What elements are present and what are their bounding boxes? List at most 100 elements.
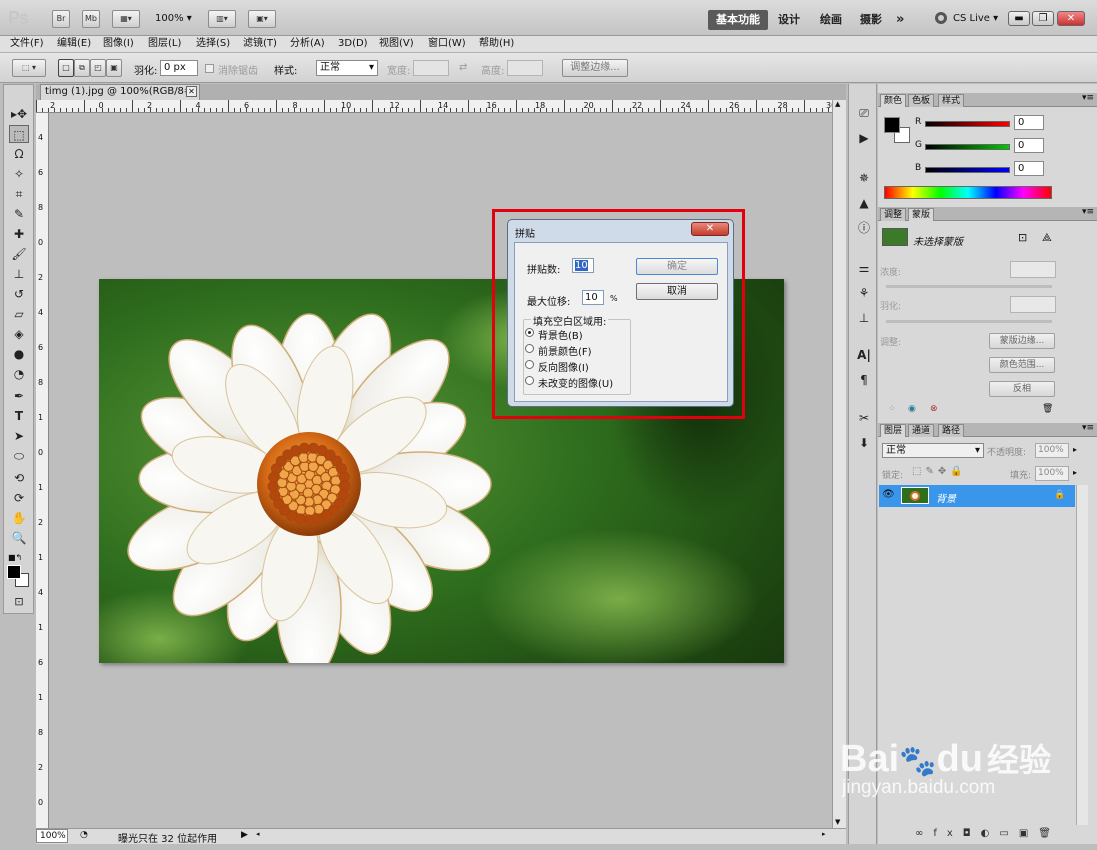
layer-visibility-eye-icon[interactable]: 👁 — [882, 489, 895, 500]
brush-presets-icon[interactable]: ⚌ — [855, 259, 873, 277]
restore-icon[interactable]: ❐ — [1032, 11, 1054, 26]
info-icon[interactable]: ⓘ — [855, 219, 873, 237]
invert-button[interactable]: 反相 — [989, 381, 1055, 397]
paint-bucket-tool-icon[interactable]: ◈ — [9, 325, 29, 343]
workspace-painting[interactable]: 绘画 — [812, 10, 850, 30]
character-icon[interactable]: A| — [855, 346, 873, 364]
workspace-essentials[interactable]: 基本功能 — [708, 10, 768, 30]
menu-view[interactable]: 视图(V) — [379, 37, 414, 51]
tab-masks[interactable]: 蒙版 — [908, 208, 935, 221]
width-input[interactable] — [413, 60, 449, 76]
history-brush-tool-icon[interactable]: ↺ — [9, 285, 29, 303]
tab-color[interactable]: 颜色 — [880, 94, 907, 107]
zoom-tool-icon[interactable]: 🔍 — [9, 529, 29, 547]
horizontal-ruler[interactable]: 2024681012141618202224262830 — [36, 100, 836, 113]
layers-scrollbar[interactable] — [1076, 485, 1088, 825]
opacity-arrow-icon[interactable]: ▸ — [1073, 445, 1077, 454]
vertical-scrollbar[interactable]: ▲ ▼ — [832, 100, 846, 828]
type-tool-icon[interactable]: T — [9, 407, 29, 425]
pixel-mask-icon[interactable]: ⊡ — [1018, 231, 1027, 244]
3d-icon[interactable]: ⬇ — [855, 434, 873, 452]
delete-mask-icon[interactable]: 🗑 — [1042, 404, 1053, 414]
lasso-tool-icon[interactable]: ᘯ — [9, 145, 29, 163]
menu-window[interactable]: 窗口(W) — [428, 37, 466, 51]
view-extras-icon[interactable]: ▦▾ — [112, 10, 140, 28]
disable-mask-icon[interactable]: ⊗ — [930, 404, 938, 414]
hand-tool-icon[interactable]: ✋ — [9, 509, 29, 527]
dodge-tool-icon[interactable]: ◔ — [9, 365, 29, 383]
antialias-checkbox[interactable] — [205, 64, 214, 73]
quick-mask-icon[interactable]: ⊡ — [9, 593, 29, 611]
eyedropper-tool-icon[interactable]: ✎ — [9, 205, 29, 223]
tool-presets-icon[interactable]: ✂ — [855, 409, 873, 427]
cs-live-menu[interactable]: CS Live ▾ — [953, 13, 998, 24]
style-select[interactable]: 正常 ▾ — [316, 60, 378, 76]
feather-input[interactable]: 0 px — [160, 60, 198, 76]
red-slider[interactable] — [925, 121, 1010, 127]
vector-mask-icon[interactable]: ⟁ — [1042, 231, 1052, 245]
fill-arrow-icon[interactable]: ▸ — [1073, 468, 1077, 477]
history-icon[interactable]: ⎚ — [855, 104, 873, 122]
menu-file[interactable]: 文件(F) — [10, 37, 44, 51]
color-range-button[interactable]: 颜色范围... — [989, 357, 1055, 373]
zoom-field[interactable]: 100% — [36, 829, 68, 843]
menu-filter[interactable]: 滤镜(T) — [243, 37, 277, 51]
scroll-down-icon[interactable]: ▼ — [835, 818, 840, 826]
menu-layer[interactable]: 图层(L) — [148, 37, 181, 51]
clone-source-icon[interactable]: ⊥ — [855, 309, 873, 327]
color-panel-foreground[interactable] — [884, 117, 900, 133]
pen-tool-icon[interactable]: ✒ — [9, 387, 29, 405]
blend-mode-select[interactable]: 正常 ▾ — [882, 443, 984, 458]
layers-panel-menu-icon[interactable]: ▾≡ — [1082, 423, 1094, 433]
workspace-design[interactable]: 设计 — [770, 10, 808, 30]
quick-select-tool-icon[interactable]: ✧ — [9, 165, 29, 183]
document-tab[interactable]: timg (1).jpg @ 100%(RGB/8#) ✕ — [40, 84, 200, 100]
intersect-selection-icon[interactable]: ▣ — [106, 59, 122, 77]
load-selection-icon[interactable]: ⁘ — [888, 404, 896, 414]
menu-image[interactable]: 图像(I) — [103, 37, 134, 51]
move-tool-icon[interactable]: ▸✥ — [9, 105, 29, 123]
swap-icon[interactable]: ⇄ — [459, 62, 467, 73]
histogram-icon[interactable]: ▲ — [855, 194, 873, 212]
refine-edge-button[interactable]: 调整边缘... — [562, 59, 628, 77]
actions-icon[interactable]: ▶ — [855, 129, 873, 147]
workspace-photography[interactable]: 摄影 — [852, 10, 890, 30]
menu-select[interactable]: 选择(S) — [196, 37, 230, 51]
feather-mask-slider[interactable] — [886, 320, 1052, 323]
masks-panel-menu-icon[interactable]: ▾≡ — [1082, 207, 1094, 217]
mask-edge-button[interactable]: 蒙版边缘... — [989, 333, 1055, 349]
tab-paths[interactable]: 路径 — [938, 424, 965, 437]
color-spectrum-ramp[interactable] — [884, 186, 1052, 199]
opacity-input[interactable]: 100% — [1035, 443, 1069, 458]
default-colors-icon[interactable]: ■↰ — [8, 553, 22, 562]
red-input[interactable]: 0 — [1014, 115, 1044, 130]
menu-3d[interactable]: 3D(D) — [338, 37, 368, 51]
blur-tool-icon[interactable]: ● — [9, 345, 29, 363]
feather-mask-input[interactable] — [1010, 296, 1056, 313]
3d-orbit-tool-icon[interactable]: ⟳ — [9, 489, 29, 507]
green-input[interactable]: 0 — [1014, 138, 1044, 153]
eraser-tool-icon[interactable]: ▱ — [9, 305, 29, 323]
tab-styles[interactable]: 样式 — [938, 94, 965, 107]
tab-channels[interactable]: 通道 — [908, 424, 935, 437]
clone-stamp-tool-icon[interactable]: ⊥ — [9, 265, 29, 283]
3d-rotate-tool-icon[interactable]: ⟲ — [9, 469, 29, 487]
subtract-selection-icon[interactable]: ◰ — [90, 59, 106, 77]
zoom-level-select[interactable]: 100% ▾ — [155, 13, 192, 24]
marquee-tool-icon[interactable]: ⬚ — [9, 125, 29, 143]
green-slider[interactable] — [925, 144, 1010, 150]
status-menu-icon[interactable]: ▶ — [241, 830, 248, 840]
scroll-up-icon[interactable]: ▲ — [835, 100, 840, 108]
minimize-icon[interactable]: ▬ — [1008, 11, 1030, 26]
tab-layers[interactable]: 图层 — [880, 424, 907, 437]
fill-input[interactable]: 100% — [1035, 466, 1069, 481]
paragraph-icon[interactable]: ¶ — [855, 371, 873, 389]
shape-tool-icon[interactable]: ⬭ — [9, 447, 29, 465]
foreground-color-swatch[interactable] — [7, 565, 21, 579]
mini-bridge-button[interactable]: Mb — [82, 10, 100, 28]
apply-mask-icon[interactable]: ◉ — [908, 404, 916, 414]
tool-preset-picker[interactable]: ⬚ ▾ — [12, 59, 46, 77]
add-selection-icon[interactable]: ⧉ — [74, 59, 90, 77]
blue-input[interactable]: 0 — [1014, 161, 1044, 176]
blue-slider[interactable] — [925, 167, 1010, 173]
